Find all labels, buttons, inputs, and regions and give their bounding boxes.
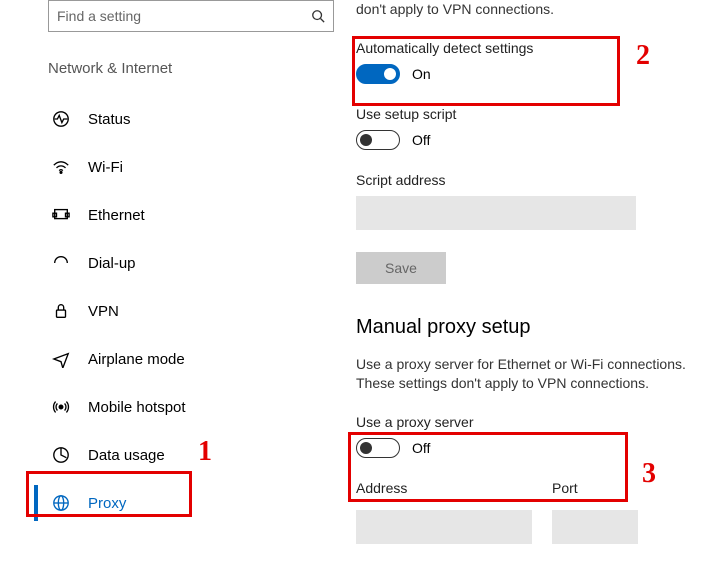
setup-script-state: Off xyxy=(412,132,430,148)
sidebar-item-label: VPN xyxy=(88,303,119,320)
partial-text: don't apply to VPN connections. xyxy=(356,0,700,20)
dialup-icon xyxy=(52,254,70,272)
use-proxy-toggle[interactable] xyxy=(356,438,400,458)
use-proxy-state: Off xyxy=(412,440,430,456)
manual-proxy-description: Use a proxy server for Ethernet or Wi-Fi… xyxy=(356,355,700,394)
auto-detect-toggle[interactable] xyxy=(356,64,400,84)
auto-detect-label: Automatically detect settings xyxy=(356,40,700,56)
status-icon xyxy=(52,110,70,128)
ethernet-icon xyxy=(52,206,70,224)
sidebar-item-label: Ethernet xyxy=(88,207,145,224)
sidebar-item-status[interactable]: Status xyxy=(48,95,324,143)
save-button[interactable]: Save xyxy=(356,252,446,284)
sidebar-item-wifi[interactable]: Wi-Fi xyxy=(48,143,324,191)
script-address-label: Script address xyxy=(356,172,700,188)
sidebar-section-title: Network & Internet xyxy=(48,60,324,77)
use-proxy-label: Use a proxy server xyxy=(356,414,700,430)
address-label: Address xyxy=(356,480,532,496)
port-label: Port xyxy=(552,480,638,496)
proxy-icon xyxy=(52,494,70,512)
proxy-address-input[interactable] xyxy=(356,510,532,544)
sidebar-item-ethernet[interactable]: Ethernet xyxy=(48,191,324,239)
manual-proxy-heading: Manual proxy setup xyxy=(356,316,700,339)
sidebar-item-label: Wi-Fi xyxy=(88,159,123,176)
airplane-icon xyxy=(52,350,70,368)
hotspot-icon xyxy=(52,398,70,416)
vpn-icon xyxy=(52,302,70,320)
proxy-port-input[interactable] xyxy=(552,510,638,544)
setup-script-label: Use setup script xyxy=(356,106,700,122)
sidebar-item-hotspot[interactable]: Mobile hotspot xyxy=(48,383,324,431)
sidebar-item-airplane[interactable]: Airplane mode xyxy=(48,335,324,383)
sidebar-item-label: Status xyxy=(88,111,131,128)
sidebar-item-dialup[interactable]: Dial-up xyxy=(48,239,324,287)
script-address-input[interactable] xyxy=(356,196,636,230)
sidebar-item-label: Dial-up xyxy=(88,255,136,272)
settings-search[interactable] xyxy=(48,0,334,32)
sidebar-item-label: Airplane mode xyxy=(88,351,185,368)
sidebar-item-label: Mobile hotspot xyxy=(88,399,186,416)
sidebar-item-label: Proxy xyxy=(88,495,126,512)
datausage-icon xyxy=(52,446,70,464)
sidebar-item-proxy[interactable]: Proxy xyxy=(48,479,324,527)
wifi-icon xyxy=(52,158,70,176)
setup-script-toggle[interactable] xyxy=(356,130,400,150)
sidebar-item-label: Data usage xyxy=(88,447,165,464)
auto-detect-state: On xyxy=(412,66,431,82)
sidebar-item-vpn[interactable]: VPN xyxy=(48,287,324,335)
search-input[interactable] xyxy=(57,8,311,24)
sidebar-item-datausage[interactable]: Data usage xyxy=(48,431,324,479)
search-icon xyxy=(311,9,325,23)
